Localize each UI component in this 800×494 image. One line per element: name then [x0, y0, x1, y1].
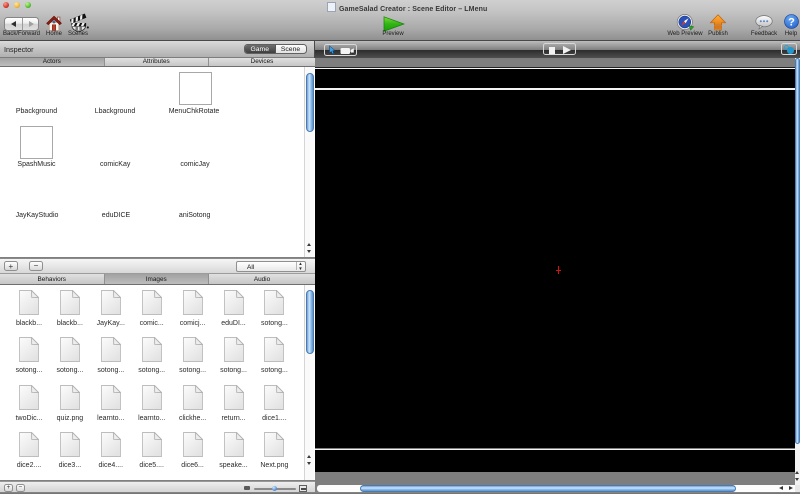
svg-text:?: ? [788, 17, 795, 29]
